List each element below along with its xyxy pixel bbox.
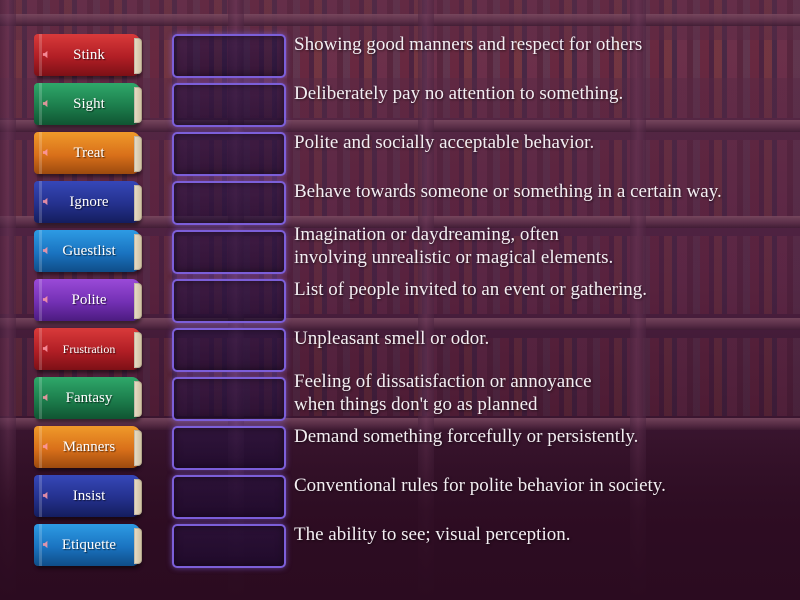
word-label: Sight [73, 95, 105, 112]
word-tile[interactable]: Stink [34, 34, 142, 76]
definition-line: Imagination or daydreaming, often [294, 224, 559, 245]
definition-line: Demand something forcefully or persisten… [294, 426, 639, 447]
answer-drop-slot[interactable] [172, 475, 286, 519]
word-tile[interactable]: Insist [34, 475, 142, 517]
definition-text: Behave towards someone or something in a… [294, 180, 784, 203]
answer-drop-slot[interactable] [172, 230, 286, 274]
definition-line: Polite and socially acceptable behavior. [294, 132, 595, 153]
match-row: Guestlist Imagination or daydreaming, oft… [0, 224, 800, 276]
word-tile[interactable]: Frustration [34, 328, 142, 370]
answer-drop-slot[interactable] [172, 426, 286, 470]
word-label: Insist [72, 487, 106, 504]
match-row: Frustration Unpleasant smell or odor. [0, 328, 800, 374]
match-row: Polite List of people invited to an event… [0, 279, 800, 325]
definition-line: Deliberately pay no attention to somethi… [294, 83, 624, 104]
word-tile[interactable]: Etiquette [34, 524, 142, 566]
word-tile[interactable]: Sight [34, 83, 142, 125]
definition-text: List of people invited to an event or ga… [294, 278, 784, 301]
answer-drop-slot[interactable] [172, 34, 286, 78]
word-label: Polite [71, 291, 107, 308]
word-label: Stink [73, 46, 105, 63]
definition-line: Unpleasant smell or odor. [294, 328, 490, 349]
answer-drop-slot[interactable] [172, 83, 286, 127]
word-tile[interactable]: Fantasy [34, 377, 142, 419]
answer-drop-slot[interactable] [172, 328, 286, 372]
definition-text: Demand something forcefully or persisten… [294, 425, 784, 448]
word-tile[interactable]: Polite [34, 279, 142, 321]
match-row: Fantasy Feeling of dissatisfaction or ann… [0, 371, 800, 423]
match-row: Etiquette The ability to see; visual perc… [0, 524, 800, 570]
answer-drop-slot[interactable] [172, 181, 286, 225]
definition-text: Conventional rules for polite behavior i… [294, 474, 784, 497]
word-tile[interactable]: Guestlist [34, 230, 142, 272]
word-tile[interactable]: Treat [34, 132, 142, 174]
definition-line: involving unrealistic or magical element… [294, 247, 614, 268]
word-label: Fantasy [65, 389, 113, 406]
definition-line: The ability to see; visual perception. [294, 524, 571, 545]
definition-text: Showing good manners and respect for oth… [294, 33, 784, 56]
match-row: Treat Polite and socially acceptable beha… [0, 132, 800, 178]
definition-line: when things don't go as planned [294, 394, 538, 415]
definition-line: Feeling of dissatisfaction or annoyance [294, 371, 592, 392]
definition-line: Behave towards someone or something in a… [294, 181, 722, 202]
answer-drop-slot[interactable] [172, 524, 286, 568]
match-row: Ignore Behave towards someone or somethin… [0, 181, 800, 227]
definition-text: Deliberately pay no attention to somethi… [294, 82, 784, 105]
word-label: Etiquette [61, 536, 117, 553]
definition-text: The ability to see; visual perception. [294, 523, 784, 546]
match-row: Manners Demand something forcefully or pe… [0, 426, 800, 472]
word-label: Guestlist [62, 242, 116, 259]
word-tile[interactable]: Manners [34, 426, 142, 468]
definition-line: Showing good manners and respect for oth… [294, 34, 643, 55]
word-label: Treat [73, 144, 105, 161]
definition-line: Conventional rules for polite behavior i… [294, 475, 666, 496]
word-label: Manners [62, 438, 116, 455]
answer-drop-slot[interactable] [172, 132, 286, 176]
definition-text: Polite and socially acceptable behavior. [294, 131, 784, 154]
definition-line: List of people invited to an event or ga… [294, 279, 647, 300]
definition-text: Imagination or daydreaming, often involvi… [294, 223, 784, 269]
match-row: Stink Showing good manners and respect fo… [0, 34, 800, 80]
match-row: Insist Conventional rules for polite beha… [0, 475, 800, 521]
definition-text: Feeling of dissatisfaction or annoyance w… [294, 370, 784, 416]
match-row: Sight Deliberately pay no attention to so… [0, 83, 800, 129]
answer-drop-slot[interactable] [172, 279, 286, 323]
word-label: Ignore [69, 193, 109, 210]
answer-drop-slot[interactable] [172, 377, 286, 421]
word-tile[interactable]: Ignore [34, 181, 142, 223]
definition-text: Unpleasant smell or odor. [294, 327, 784, 350]
word-label: Frustration [62, 341, 116, 356]
